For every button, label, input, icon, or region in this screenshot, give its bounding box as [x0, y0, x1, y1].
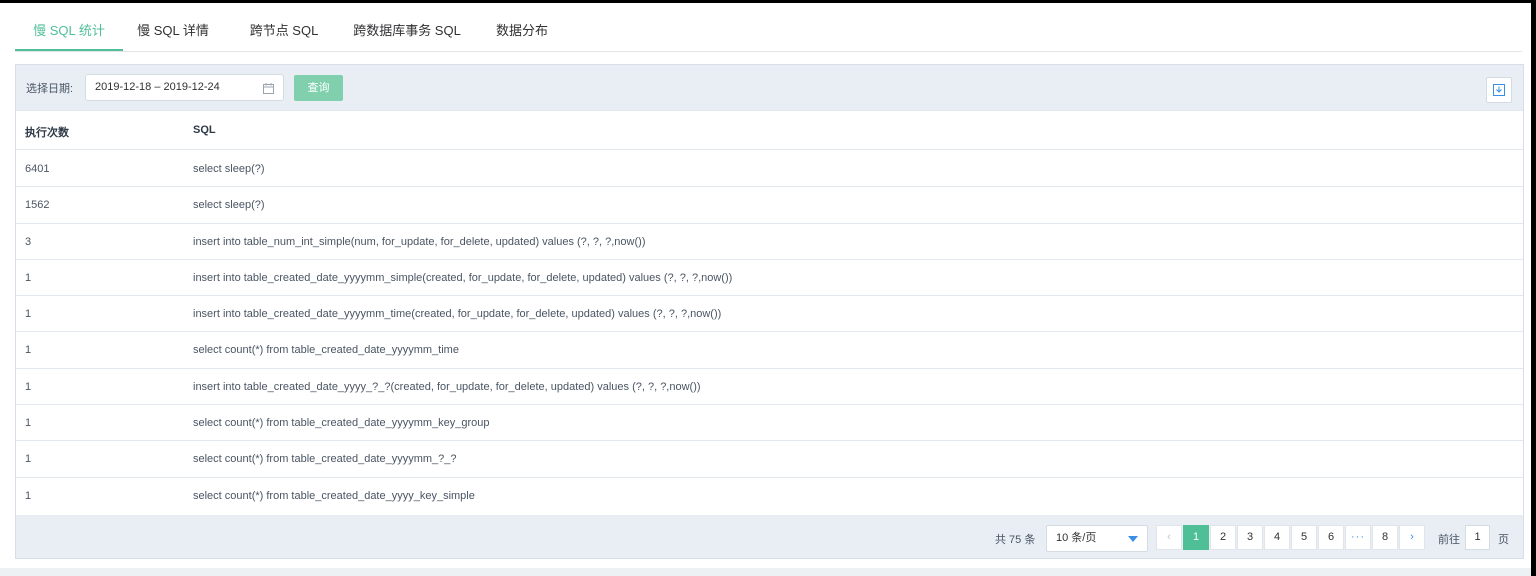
cell-count: 1 [25, 453, 32, 466]
total-count: 共 75 条 [995, 534, 1036, 546]
page-8[interactable]: 8 [1372, 525, 1398, 550]
slow-sql-panel: 选择日期: 2019-12-18 – 2019-12-24 查询 执行次数 SQ… [15, 64, 1524, 559]
table-row: 1 insert into table_created_date_yyyymm_… [16, 296, 1523, 333]
table-row: 1 select count(*) from table_created_dat… [16, 478, 1523, 514]
table-row: 1 select count(*) from table_created_dat… [16, 332, 1523, 369]
cell-count: 1 [25, 380, 32, 393]
goto-page-input[interactable]: 1 [1465, 525, 1490, 550]
date-range-value: 2019-12-18 – 2019-12-24 [95, 81, 220, 93]
page-4[interactable]: 4 [1264, 525, 1290, 550]
cell-sql: select count(*) from table_created_date_… [193, 417, 490, 430]
table-row: 1 insert into table_created_date_yyyy_?_… [16, 369, 1523, 406]
table-body: 6401 select sleep(?) 1562 select sleep(?… [16, 151, 1523, 514]
caret-down-icon [1128, 536, 1138, 542]
bottom-strip [0, 568, 1531, 576]
calendar-icon [263, 83, 274, 94]
pagination-bar: 共 75 条 10 条/页 ‹ 1 2 3 4 5 6 ··· 8 › 前往 1… [16, 515, 1523, 558]
tab-data-distribution[interactable]: 数据分布 [490, 16, 554, 49]
table-row: 1 insert into table_created_date_yyyymm_… [16, 260, 1523, 297]
prev-page-button[interactable]: ‹ [1156, 525, 1182, 550]
goto-suffix: 页 [1498, 534, 1509, 546]
download-icon [1493, 84, 1505, 96]
export-button[interactable] [1486, 77, 1512, 103]
cell-count: 1 [25, 489, 32, 502]
more-pages-button[interactable]: ··· [1345, 525, 1371, 550]
page-2[interactable]: 2 [1210, 525, 1236, 550]
table-row: 1 select count(*) from table_created_dat… [16, 441, 1523, 478]
table-row: 3 insert into table_num_int_simple(num, … [16, 224, 1523, 260]
cell-count: 3 [25, 235, 32, 248]
cell-sql: select count(*) from table_created_date_… [193, 453, 457, 466]
page-6[interactable]: 6 [1318, 525, 1344, 550]
page-3[interactable]: 3 [1237, 525, 1263, 550]
page-5[interactable]: 5 [1291, 525, 1317, 550]
cell-sql: insert into table_created_date_yyyy_?_?(… [193, 380, 701, 393]
cell-count: 6401 [25, 163, 50, 175]
cell-count: 1 [25, 417, 32, 430]
header-exec-count: 执行次数 [25, 127, 69, 139]
header-sql: SQL [193, 124, 216, 136]
cell-sql: select count(*) from table_created_date_… [193, 489, 475, 502]
table-row: 1 select count(*) from table_created_dat… [16, 405, 1523, 442]
date-label: 选择日期: [26, 83, 74, 95]
cell-count: 1 [25, 344, 32, 357]
page-1[interactable]: 1 [1183, 525, 1209, 550]
next-page-button[interactable]: › [1399, 525, 1425, 550]
tab-slow-sql-stats[interactable]: 慢 SQL 统计 [15, 16, 123, 51]
page-size-select[interactable]: 10 条/页 [1046, 525, 1148, 552]
query-button[interactable]: 查询 [294, 75, 343, 101]
app-frame: 慢 SQL 统计 慢 SQL 详情 跨节点 SQL 跨数据库事务 SQL 数据分… [0, 3, 1531, 576]
cell-sql: insert into table_num_int_simple(num, fo… [193, 235, 646, 248]
cell-count: 1 [25, 271, 32, 284]
cell-sql: insert into table_created_date_yyyymm_ti… [193, 308, 722, 321]
cell-sql: select sleep(?) [193, 163, 265, 175]
goto-label: 前往 [1438, 534, 1460, 546]
cell-sql: select count(*) from table_created_date_… [193, 344, 459, 357]
filter-toolbar: 选择日期: 2019-12-18 – 2019-12-24 查询 [16, 65, 1523, 110]
tab-slow-sql-details[interactable]: 慢 SQL 详情 [133, 16, 213, 49]
cell-sql: select sleep(?) [193, 199, 265, 212]
cell-count: 1562 [25, 199, 50, 212]
tab-cross-node-sql[interactable]: 跨节点 SQL [242, 16, 326, 49]
page-size-value: 10 条/页 [1056, 532, 1097, 544]
tab-bar: 慢 SQL 统计 慢 SQL 详情 跨节点 SQL 跨数据库事务 SQL 数据分… [15, 16, 1522, 52]
tab-cross-db-transaction-sql[interactable]: 跨数据库事务 SQL [348, 16, 466, 49]
cell-count: 1 [25, 308, 32, 321]
table-header: 执行次数 SQL [16, 110, 1523, 150]
date-range-picker[interactable]: 2019-12-18 – 2019-12-24 [85, 74, 284, 101]
table-row: 1562 select sleep(?) [16, 187, 1523, 224]
table-row: 6401 select sleep(?) [16, 151, 1523, 188]
cell-sql: insert into table_created_date_yyyymm_si… [193, 271, 733, 284]
